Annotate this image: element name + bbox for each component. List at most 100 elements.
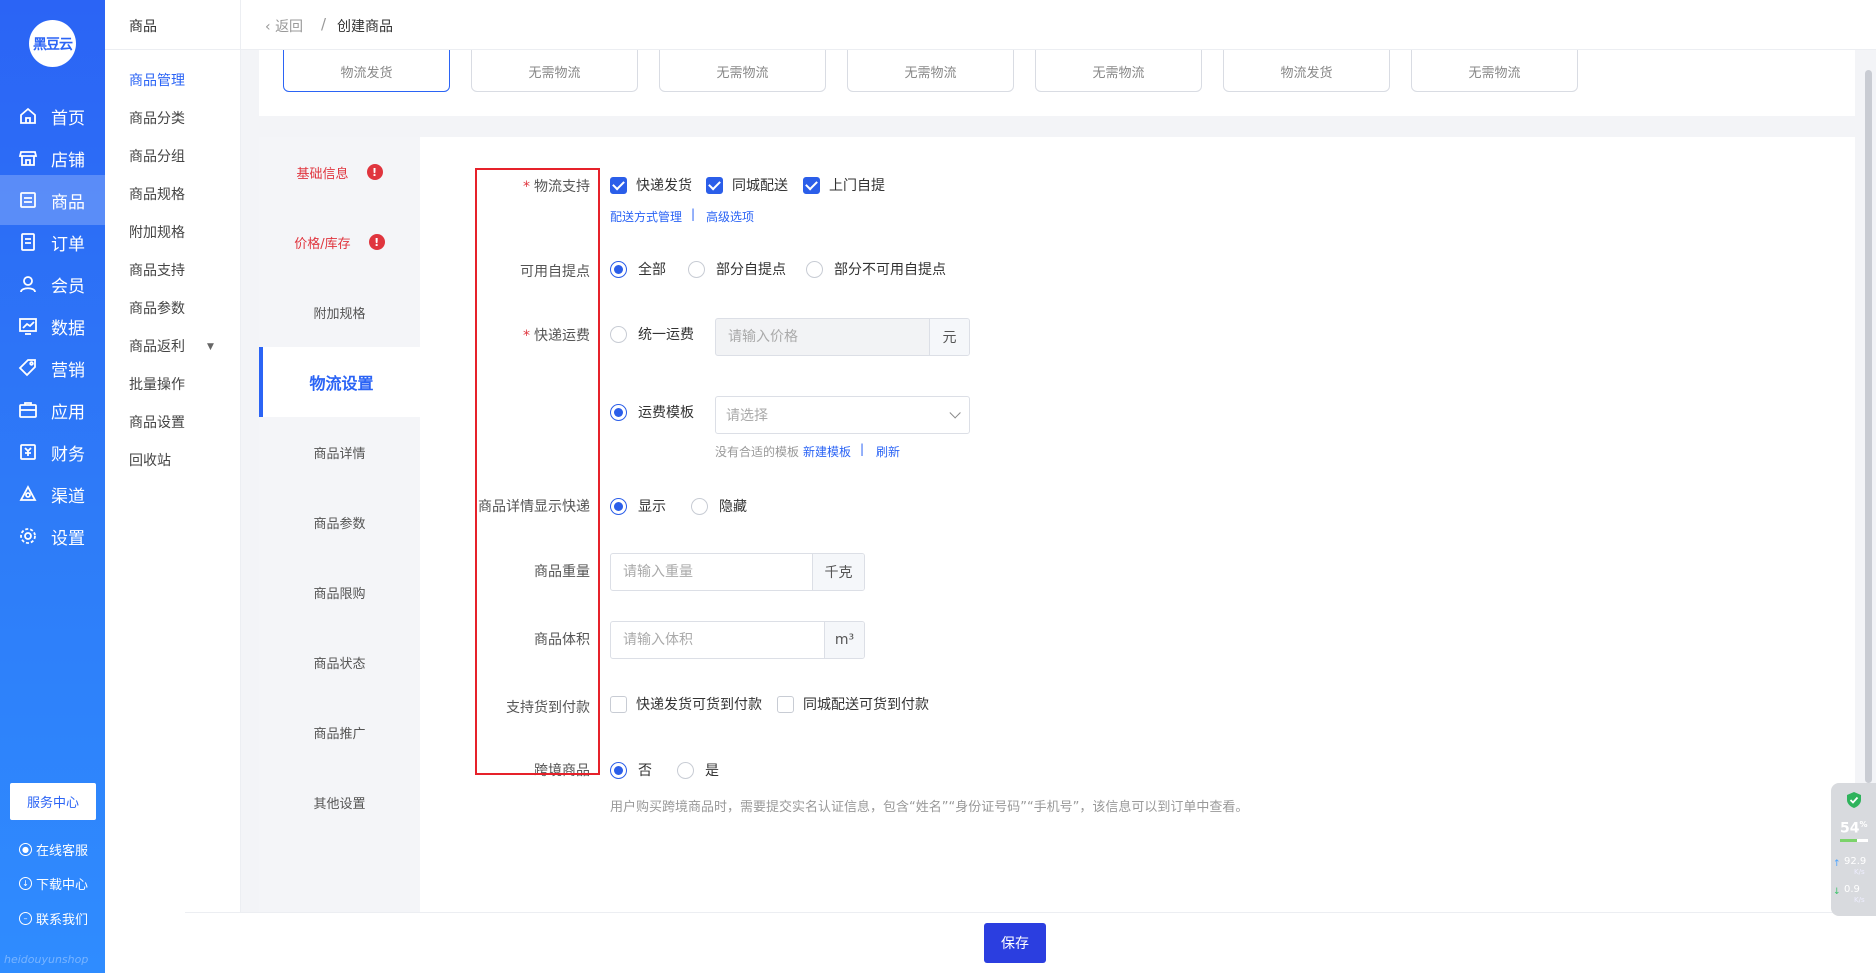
- bottom-action-bar: 保存: [185, 912, 1876, 973]
- error-icon: !: [366, 164, 383, 180]
- tab-purchase-limit[interactable]: 商品限购: [259, 557, 420, 627]
- brand-logo[interactable]: 黑豆云: [29, 20, 76, 67]
- product-type-card[interactable]: 无需物流: [471, 50, 638, 92]
- checkbox-cod-express[interactable]: 快递发货可货到付款: [610, 694, 762, 714]
- product-type-card[interactable]: 无需物流: [1411, 50, 1578, 92]
- submenu-item[interactable]: 商品返利: [129, 336, 185, 356]
- page-title: 创建商品: [337, 19, 393, 35]
- avatar-icon: ●: [19, 843, 32, 856]
- product-type-card[interactable]: 物流发货: [283, 50, 450, 92]
- radio-icon: [610, 325, 627, 343]
- radio-cross-border-no[interactable]: 否: [610, 760, 652, 780]
- chevron-down-icon: [949, 407, 961, 419]
- checkbox-checked-icon: [706, 176, 723, 194]
- tab-other[interactable]: 其他设置: [259, 767, 420, 837]
- download-arrow-icon: ↓: [1833, 887, 1841, 897]
- delivery-method-link[interactable]: 配送方式管理: [610, 208, 682, 225]
- contact-us-link[interactable]: – 联系我们: [19, 909, 88, 928]
- volume-input[interactable]: [611, 622, 824, 658]
- label-volume: 商品体积: [534, 632, 590, 648]
- checkbox-icon: [777, 695, 794, 713]
- caret-down-icon[interactable]: ▼: [207, 342, 214, 352]
- tab-status[interactable]: 商品状态: [259, 627, 420, 697]
- radio-show-express[interactable]: 显示: [610, 496, 666, 516]
- chat-icon: –: [19, 912, 32, 925]
- tab-params[interactable]: 商品参数: [259, 487, 420, 557]
- submenu-item[interactable]: 商品支持: [129, 260, 185, 280]
- link-separator: |: [691, 207, 696, 221]
- radio-selected-icon: [610, 497, 627, 515]
- upload-speed: 92.9: [1844, 856, 1867, 867]
- radio-cross-border-yes[interactable]: 是: [677, 760, 719, 780]
- chevron-left-icon: ‹: [265, 19, 276, 35]
- submenu-item[interactable]: 商品设置: [129, 412, 185, 432]
- submenu-item[interactable]: 商品参数: [129, 298, 185, 318]
- upload-unit: K/s: [1854, 868, 1865, 876]
- error-icon: !: [368, 234, 385, 250]
- submenu-item[interactable]: 附加规格: [129, 222, 185, 242]
- marketing-tag-icon: [18, 359, 36, 377]
- submenu-item[interactable]: 商品分类: [129, 108, 185, 128]
- unified-fee-input-group: 元: [715, 318, 970, 356]
- back-link[interactable]: ‹ 返回: [265, 16, 303, 36]
- usage-percent: 54%: [1840, 820, 1868, 837]
- channel-icon: [19, 485, 37, 501]
- volume-input-group: m³: [610, 621, 865, 659]
- tab-logistics[interactable]: 物流设置: [259, 347, 420, 417]
- submenu-item[interactable]: 商品分组: [129, 146, 185, 166]
- radio-hide-express[interactable]: 隐藏: [691, 496, 747, 516]
- settings-gear-icon: [20, 528, 36, 544]
- tab-promotion[interactable]: 商品推广: [259, 697, 420, 767]
- upload-arrow-icon: ↑: [1833, 859, 1841, 869]
- unit-addon: 元: [929, 319, 969, 355]
- link-separator: |: [860, 442, 865, 456]
- online-service-link[interactable]: ● 在线客服: [19, 840, 88, 859]
- submenu-item[interactable]: 批量操作: [129, 374, 185, 394]
- save-button[interactable]: 保存: [984, 923, 1046, 963]
- product-type-card[interactable]: 无需物流: [847, 50, 1014, 92]
- radio-selected-icon: [610, 260, 627, 278]
- advanced-options-link[interactable]: 高级选项: [706, 208, 754, 225]
- fee-template-select[interactable]: 请选择: [715, 396, 970, 434]
- nav-settings[interactable]: 设置: [0, 511, 105, 561]
- tab-basic-info[interactable]: 基础信息!: [259, 137, 420, 207]
- product-type-card[interactable]: 物流发货: [1223, 50, 1390, 92]
- radio-icon: [688, 260, 705, 278]
- radio-icon: [691, 497, 708, 515]
- radio-pickup-partial-unavailable[interactable]: 部分不可用自提点: [806, 259, 946, 279]
- weight-input[interactable]: [611, 554, 812, 590]
- product-icon: [20, 192, 36, 208]
- radio-icon: [806, 260, 823, 278]
- refresh-link[interactable]: 刷新: [876, 443, 900, 460]
- tab-extra-spec[interactable]: 附加规格: [259, 277, 420, 347]
- template-hint: 没有合适的模板: [715, 445, 800, 459]
- new-template-link[interactable]: 新建模板: [803, 443, 851, 460]
- label-cross-border: 跨境商品: [534, 763, 590, 779]
- radio-pickup-partial[interactable]: 部分自提点: [688, 259, 786, 279]
- checkbox-city-delivery[interactable]: 同城配送: [706, 175, 788, 195]
- download-center-link[interactable]: ↓ 下载中心: [19, 874, 88, 893]
- unified-fee-input[interactable]: [716, 319, 929, 355]
- service-center-button[interactable]: 服务中心: [10, 783, 96, 820]
- radio-unified-fee[interactable]: 统一运费: [610, 324, 694, 344]
- checkbox-cod-city[interactable]: 同城配送可货到付款: [777, 694, 929, 714]
- product-type-card[interactable]: 无需物流: [659, 50, 826, 92]
- label-pickup-points: 可用自提点: [520, 264, 590, 280]
- scrollbar[interactable]: [1865, 70, 1872, 783]
- main-sidebar: 黑豆云 首页 店铺 商品 订单 会员 数据 营销 应用 财务 渠道 设置 服务中…: [0, 0, 105, 973]
- checkbox-self-pickup[interactable]: 上门自提: [803, 175, 885, 195]
- tab-detail[interactable]: 商品详情: [259, 417, 420, 487]
- submenu-item[interactable]: 回收站: [129, 450, 171, 470]
- net-speed-widget[interactable]: 54% ↑ 92.9 K/s ↓ 0.9 K/s: [1831, 783, 1876, 916]
- tab-price-stock[interactable]: 价格/库存!: [259, 207, 420, 277]
- cross-border-hint: 用户购买跨境商品时，需要提交实名认证信息，包含“姓名”“身份证号码”“手机号”，…: [610, 800, 1249, 815]
- submenu-item[interactable]: 商品管理: [129, 70, 185, 90]
- radio-fee-template[interactable]: 运费模板: [610, 402, 694, 422]
- radio-pickup-all[interactable]: 全部: [610, 259, 666, 279]
- download-speed: 0.9: [1844, 884, 1860, 895]
- product-submenu: 商品 商品管理 商品分类 商品分组 商品规格 附加规格 商品支持 商品参数 商品…: [105, 0, 241, 973]
- checkbox-express[interactable]: 快递发货: [610, 175, 692, 195]
- product-type-card[interactable]: 无需物流: [1035, 50, 1202, 92]
- radio-selected-icon: [610, 761, 627, 779]
- submenu-item[interactable]: 商品规格: [129, 184, 185, 204]
